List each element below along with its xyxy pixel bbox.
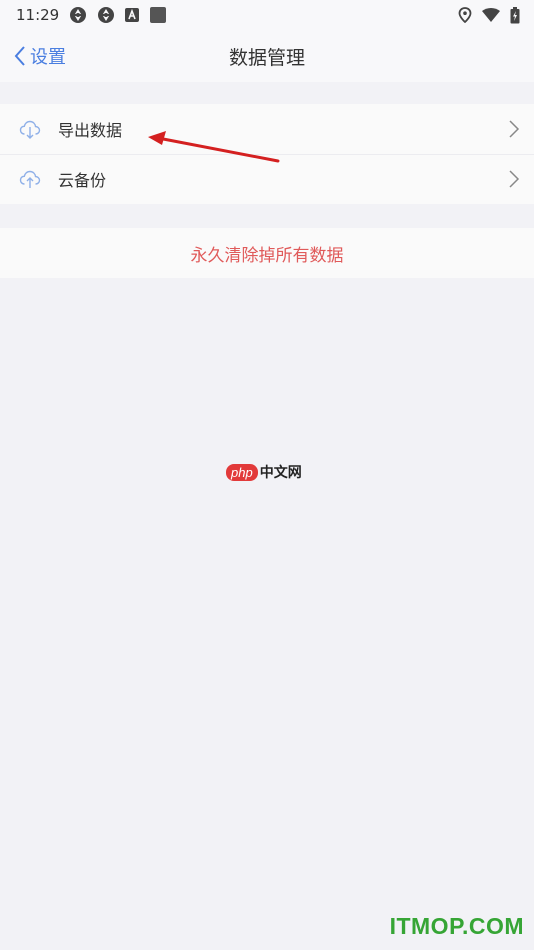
- status-bar: 11:29: [0, 0, 534, 30]
- chevron-left-icon: [14, 46, 25, 66]
- red-arrow-annotation: [148, 131, 280, 163]
- nav-bar: 设置 数据管理: [0, 30, 534, 82]
- status-right: [458, 6, 520, 24]
- chevron-right-icon: [509, 120, 520, 138]
- clear-all-data-label: 永久清除掉所有数据: [190, 245, 344, 266]
- page-title: 数据管理: [228, 46, 305, 69]
- back-label: 设置: [30, 47, 66, 68]
- clear-all-data-button[interactable]: 永久清除掉所有数据: [0, 228, 534, 278]
- status-time: 11:29: [16, 6, 60, 24]
- chevron-right-icon: [509, 170, 520, 188]
- square-notification-icon: [150, 7, 167, 23]
- php-watermark: php 中文网: [226, 462, 302, 482]
- battery-charging-icon: [510, 6, 520, 23]
- cloud-backup-label: 云备份: [58, 171, 107, 190]
- aperture-icon: [98, 7, 115, 23]
- a-notification-icon: [125, 8, 140, 22]
- cloud-download-icon: [19, 120, 41, 139]
- php-text: 中文网: [259, 465, 302, 481]
- back-button[interactable]: 设置: [14, 30, 66, 82]
- status-left: 11:29: [16, 6, 167, 24]
- aperture-icon: [70, 7, 87, 23]
- location-icon: [458, 7, 472, 23]
- php-badge: php: [226, 463, 258, 481]
- site-watermark: ITMOP.COM: [389, 913, 524, 939]
- cloud-upload-icon: [19, 170, 41, 188]
- wifi-icon: [482, 8, 500, 22]
